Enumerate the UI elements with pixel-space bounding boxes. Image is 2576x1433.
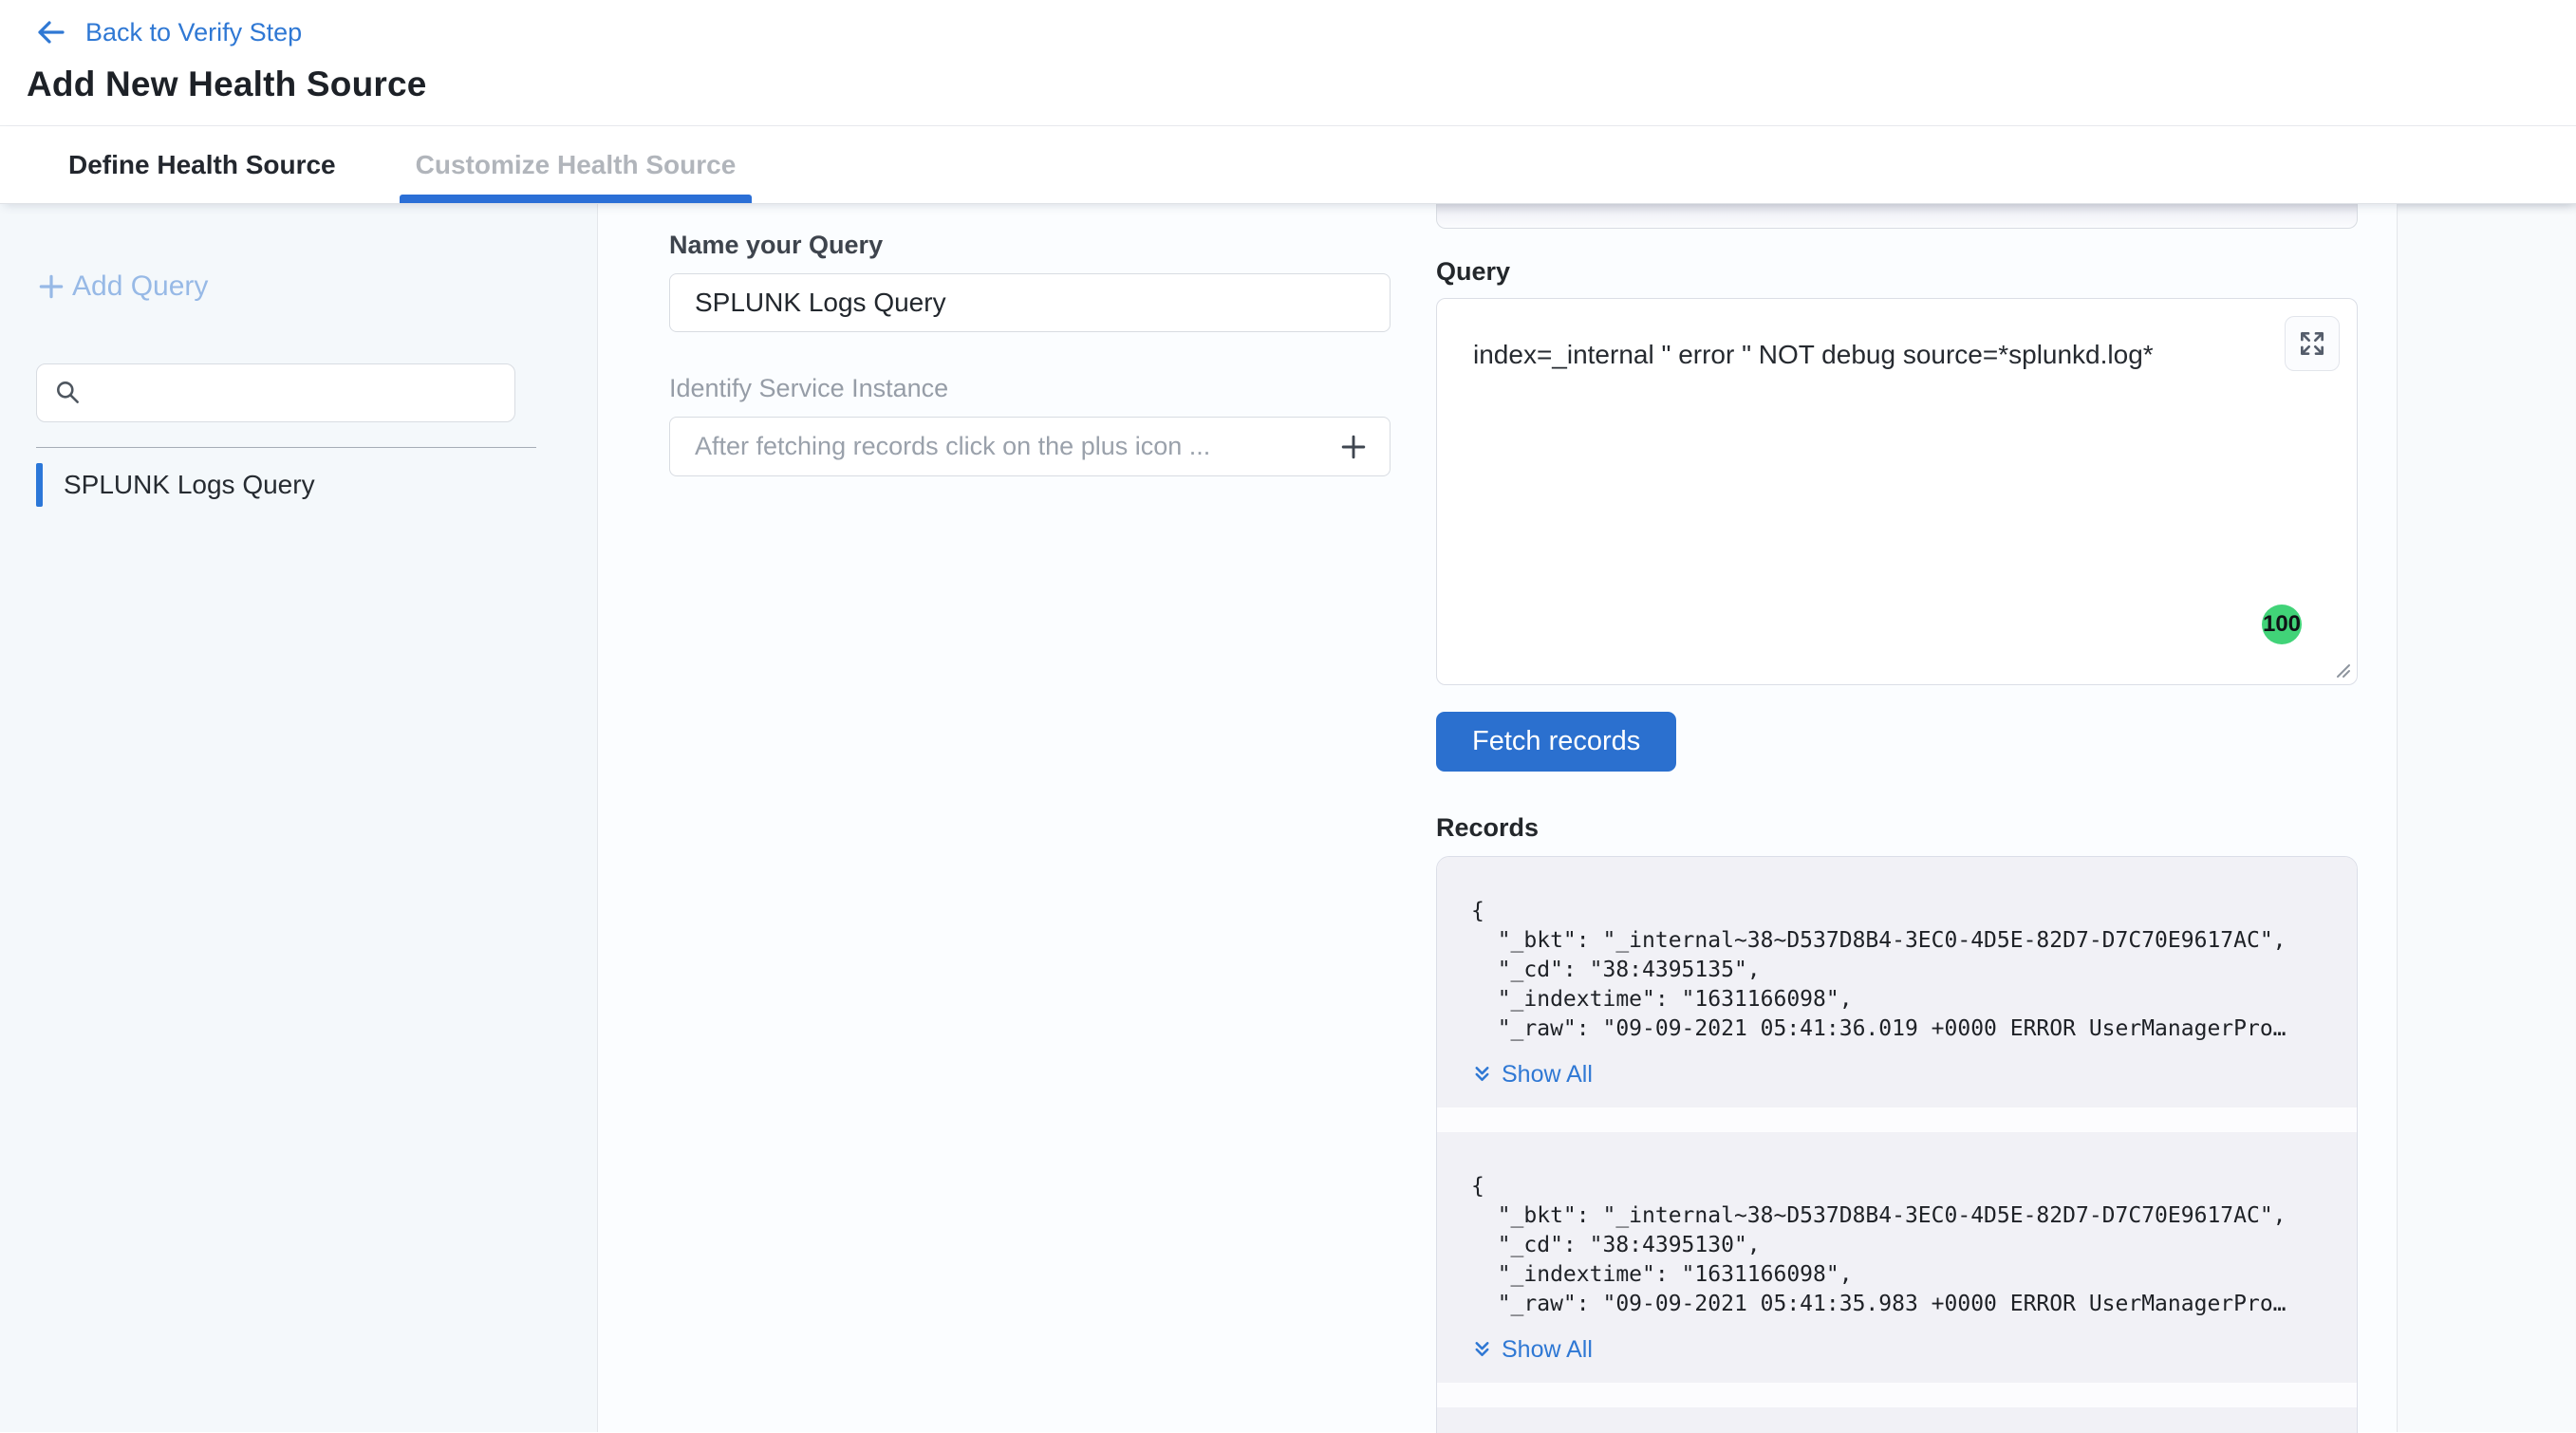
add-health-source-screen: Back to Verify Step Add New Health Sourc… — [0, 0, 2576, 1433]
add-query-label: Add Query — [72, 270, 208, 303]
query-textarea[interactable]: index=_internal " error " NOT debug sour… — [1437, 299, 2357, 684]
record-count-badge: 100 — [2262, 605, 2302, 644]
resize-handle-icon[interactable] — [2330, 658, 2353, 680]
record-json-line: "_indextime": "1631166098", — [1471, 1260, 2323, 1290]
search-input[interactable] — [94, 379, 497, 408]
show-all-label: Show All — [1502, 1061, 1593, 1089]
identify-service-instance-label: Identify Service Instance — [669, 374, 1391, 403]
show-all-label: Show All — [1502, 1336, 1593, 1364]
record-json-line: "_cd": "38:4395130", — [1471, 1231, 2323, 1260]
show-all-link[interactable]: Show All — [1471, 1061, 1593, 1089]
selected-indicator-bar — [36, 463, 43, 507]
service-instance-plus-icon — [1336, 430, 1371, 464]
record-json-line: "_cd": "38:4395135", — [1471, 956, 2323, 985]
query-item-label: SPLUNK Logs Query — [64, 470, 315, 500]
service-instance-add-button[interactable] — [1336, 430, 1371, 464]
tab-define-health-source[interactable]: Define Health Source — [52, 126, 352, 203]
main-panel: Name your Query Identify Service Instanc… — [598, 204, 2397, 1432]
back-arrow-icon — [34, 16, 66, 48]
query-search-box — [36, 363, 515, 422]
right-panel — [2397, 204, 2576, 1432]
sidebar-item-splunk-logs-query[interactable]: SPLUNK Logs Query — [36, 463, 597, 507]
query-name-input[interactable] — [669, 273, 1391, 332]
record-json-line: { — [1471, 897, 2323, 926]
query-sidebar: Add Query SPLUNK Logs Query — [0, 204, 598, 1432]
service-instance-input[interactable] — [695, 432, 1336, 461]
back-link[interactable]: Back to Verify Step — [34, 16, 302, 48]
record-json-line: "_raw": "09-09-2021 05:41:36.019 +0000 E… — [1471, 1014, 2323, 1044]
record-item-3-partial — [1437, 1407, 2357, 1433]
add-plus-icon — [36, 271, 66, 302]
search-icon — [54, 379, 83, 407]
records-container: { "_bkt": "_internal~38~D537D8B4-3EC0-4D… — [1436, 856, 2358, 1433]
page-header: Back to Verify Step Add New Health Sourc… — [0, 0, 2576, 126]
sidebar-divider — [36, 447, 536, 448]
record-item-2: { "_bkt": "_internal~38~D537D8B4-3EC0-4D… — [1437, 1132, 2357, 1383]
name-your-query-label: Name your Query — [669, 231, 1391, 260]
add-query-button[interactable]: Add Query — [36, 270, 208, 303]
double-chevron-down-icon — [1471, 1064, 1493, 1086]
show-all-link[interactable]: Show All — [1471, 1336, 1593, 1364]
double-chevron-down-icon — [1471, 1339, 1493, 1361]
service-instance-field — [669, 417, 1391, 476]
page-title: Add New Health Source — [27, 65, 2576, 104]
query-editor: index=_internal " error " NOT debug sour… — [1436, 298, 2358, 685]
record-json-line: "_bkt": "_internal~38~D537D8B4-3EC0-4D5E… — [1471, 1201, 2323, 1231]
query-form-column: Name your Query Identify Service Instanc… — [669, 231, 1391, 476]
expand-icon — [2297, 328, 2327, 359]
record-item-1: { "_bkt": "_internal~38~D537D8B4-3EC0-4D… — [1437, 857, 2357, 1107]
clipped-input-above[interactable] — [1436, 204, 2358, 229]
query-label: Query — [1436, 257, 2358, 287]
query-column: Query index=_internal " error " NOT debu… — [1436, 204, 2358, 1433]
tab-bar: Define Health Source Customize Health So… — [0, 126, 2576, 204]
records-label: Records — [1436, 813, 2358, 843]
expand-query-button[interactable] — [2285, 316, 2340, 371]
content-area: Add Query SPLUNK Logs Query — [0, 204, 2576, 1432]
record-json-line: "_indextime": "1631166098", — [1471, 985, 2323, 1014]
fetch-records-button[interactable]: Fetch records — [1436, 712, 1676, 772]
back-link-label: Back to Verify Step — [85, 18, 302, 47]
tab-customize-health-source[interactable]: Customize Health Source — [400, 126, 753, 203]
record-json-line: "_bkt": "_internal~38~D537D8B4-3EC0-4D5E… — [1471, 926, 2323, 956]
record-json-line: "_raw": "09-09-2021 05:41:35.983 +0000 E… — [1471, 1290, 2323, 1319]
record-json-line: { — [1471, 1172, 2323, 1201]
